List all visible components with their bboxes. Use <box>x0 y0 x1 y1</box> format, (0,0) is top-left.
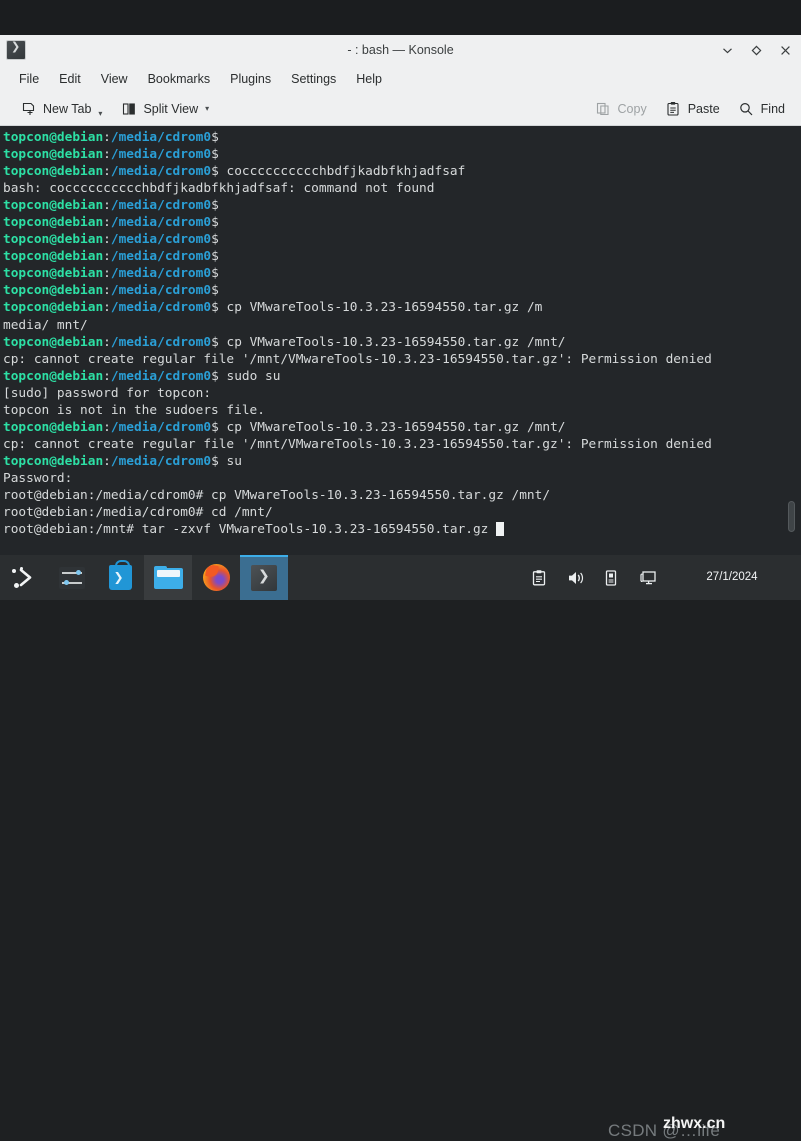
find-button[interactable]: Find <box>732 97 791 120</box>
menu-file[interactable]: File <box>9 69 49 89</box>
menubar: File Edit View Bookmarks Plugins Setting… <box>0 65 801 92</box>
new-tab-chevron-down-icon[interactable]: ▾ <box>98 110 102 118</box>
csdn-watermark: CSDN @…life <box>608 1121 720 1141</box>
new-tab-button[interactable]: New Tab ▾ <box>14 97 108 120</box>
software-store-icon[interactable]: ❯ <box>96 555 144 600</box>
terminal-line: topcon is not in the sudoers file. <box>3 402 801 419</box>
paste-button[interactable]: Paste <box>659 97 726 120</box>
terminal-line: bash: cocccccccccchbdfjkadbfkhjadfsaf: c… <box>3 180 801 197</box>
display-icon[interactable] <box>637 568 657 588</box>
site-watermark: zhwx.cn <box>663 1115 725 1133</box>
sliders-glyph <box>59 567 85 589</box>
maximize-button[interactable] <box>749 43 764 58</box>
kde-logo-glyph <box>11 565 37 591</box>
usb-device-icon[interactable] <box>601 568 621 588</box>
clock-widget[interactable]: 27/1/2024 <box>673 555 791 600</box>
system-tray: 27/1/2024 <box>529 555 801 600</box>
firefox-glyph <box>203 564 230 591</box>
terminal-line: cp: cannot create regular file '/mnt/VMw… <box>3 436 801 453</box>
minimize-button[interactable] <box>720 43 735 58</box>
paste-label: Paste <box>688 102 720 116</box>
toolbar: New Tab ▾ Split View ▾ Co <box>0 92 801 126</box>
terminal-output-area[interactable]: topcon@debian:/media/cdrom0$topcon@debia… <box>0 126 801 555</box>
window-titlebar: - : bash — Konsole <box>0 35 801 65</box>
terminal-line: topcon@debian:/media/cdrom0$ su <box>3 453 801 470</box>
menu-settings[interactable]: Settings <box>281 69 346 89</box>
folder-glyph <box>154 566 183 589</box>
taskbar-launchers: ❯ <box>0 555 288 600</box>
terminal-line: topcon@debian:/media/cdrom0$ <box>3 129 801 146</box>
terminal-line: topcon@debian:/media/cdrom0$ <box>3 231 801 248</box>
terminal-lines: topcon@debian:/media/cdrom0$topcon@debia… <box>3 129 801 538</box>
firefox-icon[interactable] <box>192 555 240 600</box>
terminal-line: topcon@debian:/media/cdrom0$ <box>3 248 801 265</box>
terminal-line: topcon@debian:/media/cdrom0$ coccccccccc… <box>3 163 801 180</box>
clipboard-icon[interactable] <box>529 568 549 588</box>
find-label: Find <box>761 102 785 116</box>
split-view-chevron-down-icon[interactable]: ▾ <box>205 105 209 113</box>
terminal-line: topcon@debian:/media/cdrom0$ <box>3 214 801 231</box>
terminal-line: cp: cannot create regular file '/mnt/VMw… <box>3 351 801 368</box>
menu-plugins[interactable]: Plugins <box>220 69 281 89</box>
terminal-line: topcon@debian:/media/cdrom0$ <box>3 265 801 282</box>
clock-date: 27/1/2024 <box>706 571 757 584</box>
taskbar: ❯ <box>0 555 801 600</box>
konsole-window: - : bash — Konsole File Edit View Bookma… <box>0 35 801 555</box>
konsole-glyph <box>251 565 277 591</box>
volume-icon[interactable] <box>565 568 585 588</box>
terminal-line: root@debian:/media/cdrom0# cp VMwareTool… <box>3 487 801 504</box>
terminal-line: Password: <box>3 470 801 487</box>
file-manager-icon[interactable] <box>144 555 192 600</box>
toolbar-right-group: Copy Paste <box>589 97 791 120</box>
window-controls <box>720 43 793 58</box>
terminal-line: [sudo] password for topcon: <box>3 385 801 402</box>
terminal-line: topcon@debian:/media/cdrom0$ <box>3 146 801 163</box>
window-title: - : bash — Konsole <box>0 43 801 57</box>
terminal-line: topcon@debian:/media/cdrom0$ cp VMwareTo… <box>3 419 801 436</box>
menu-edit[interactable]: Edit <box>49 69 91 89</box>
new-tab-label: New Tab <box>43 102 91 116</box>
split-view-label: Split View <box>143 102 198 116</box>
split-view-icon <box>120 100 137 117</box>
new-tab-icon <box>20 100 37 117</box>
kde-launcher-icon[interactable] <box>0 555 48 600</box>
terminal-scrollbar[interactable] <box>785 126 798 555</box>
copy-button[interactable]: Copy <box>589 97 653 120</box>
terminal-line: topcon@debian:/media/cdrom0$ <box>3 282 801 299</box>
menu-view[interactable]: View <box>91 69 138 89</box>
terminal-line: root@debian:/mnt# tar -zxvf VMwareTools-… <box>3 521 801 538</box>
menu-help[interactable]: Help <box>346 69 392 89</box>
copy-icon <box>595 100 612 117</box>
copy-label: Copy <box>618 102 647 116</box>
konsole-icon <box>6 40 26 60</box>
split-view-button[interactable]: Split View ▾ <box>114 97 215 120</box>
search-icon <box>738 100 755 117</box>
menu-bookmarks[interactable]: Bookmarks <box>138 69 221 89</box>
terminal-line: root@debian:/media/cdrom0# cd /mnt/ <box>3 504 801 521</box>
konsole-taskbar-icon[interactable] <box>240 555 288 600</box>
close-button[interactable] <box>778 43 793 58</box>
terminal-line: topcon@debian:/media/cdrom0$ sudo su <box>3 368 801 385</box>
terminal-line: media/ mnt/ <box>3 317 801 334</box>
terminal-cursor <box>496 522 504 536</box>
terminal-line: topcon@debian:/media/cdrom0$ cp VMwareTo… <box>3 299 801 316</box>
terminal-line: topcon@debian:/media/cdrom0$ cp VMwareTo… <box>3 334 801 351</box>
paste-icon <box>665 100 682 117</box>
system-settings-icon[interactable] <box>48 555 96 600</box>
terminal-line: topcon@debian:/media/cdrom0$ <box>3 197 801 214</box>
terminal-scrollbar-thumb[interactable] <box>788 501 795 532</box>
shopping-bag-glyph: ❯ <box>109 565 132 590</box>
